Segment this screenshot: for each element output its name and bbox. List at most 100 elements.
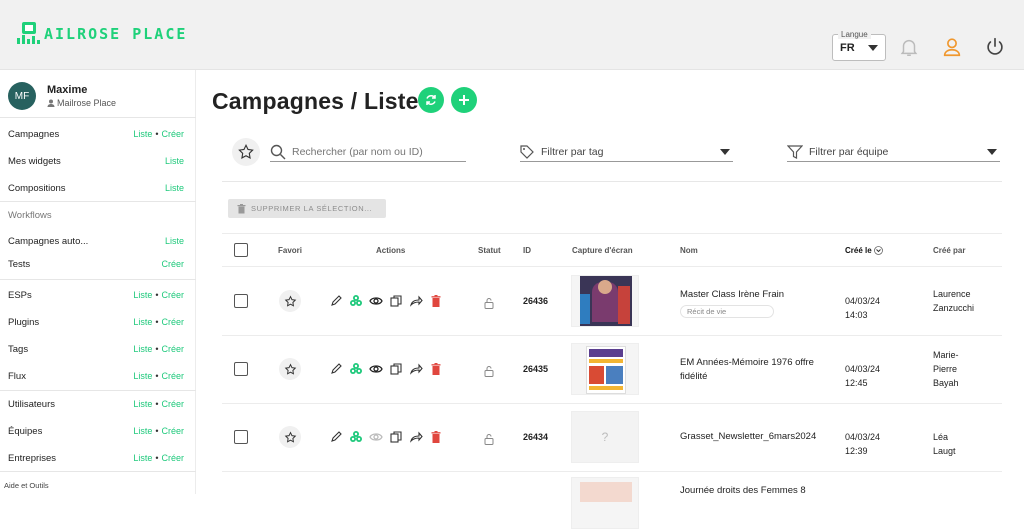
nav-link[interactable]: Liste: [165, 183, 184, 193]
select-all-checkbox[interactable]: [234, 243, 248, 257]
row-checkbox[interactable]: [234, 430, 248, 444]
sidebar-item[interactable]: Plugins Liste • Créer: [8, 314, 184, 330]
nav-link[interactable]: Créer: [161, 371, 184, 381]
nav-link[interactable]: Liste: [133, 344, 152, 354]
sidebar-item[interactable]: Tests Créer: [8, 256, 184, 272]
campaign-name[interactable]: Grasset_Newsletter_6mars2024: [680, 430, 830, 444]
share-icon[interactable]: [409, 294, 423, 308]
screenshot-thumbnail[interactable]: [571, 343, 639, 395]
screenshot-thumbnail[interactable]: ?: [571, 411, 639, 463]
sidebar-item-label: Tests: [8, 258, 31, 270]
sidebar-item[interactable]: Entreprises Liste • Créer: [8, 450, 184, 466]
user-icon[interactable]: [941, 36, 963, 58]
duplicate-icon[interactable]: [389, 362, 403, 376]
nav-link[interactable]: Liste: [133, 399, 152, 409]
sidebar-item[interactable]: Campagnes Liste • Créer: [8, 126, 184, 142]
nav-link[interactable]: Liste: [165, 236, 184, 246]
campaign-name[interactable]: Journée droits des Femmes 8: [680, 484, 830, 498]
share-icon[interactable]: [409, 430, 423, 444]
divider: [222, 181, 1002, 182]
created-by-line: Zanzucchi: [933, 303, 975, 313]
campaign-tag[interactable]: Récit de vie: [680, 305, 774, 318]
created-date: 04/03/24 12:39: [845, 432, 881, 456]
nav-link[interactable]: Liste: [133, 317, 152, 327]
nav-link[interactable]: Créer: [161, 129, 184, 139]
separator-dot: •: [155, 399, 159, 409]
nav-link[interactable]: Liste: [133, 426, 152, 436]
column-capture: Capture d'écran: [572, 246, 633, 255]
search-icon: [270, 144, 286, 160]
search-input[interactable]: [292, 144, 464, 160]
row-checkbox[interactable]: [234, 294, 248, 308]
search-field[interactable]: [270, 144, 466, 162]
favorite-button[interactable]: [279, 426, 301, 448]
favorite-button[interactable]: [279, 358, 301, 380]
preview-icon[interactable]: [369, 430, 383, 444]
logo[interactable]: AILROSE PLACE: [14, 20, 187, 48]
team-filter-select[interactable]: Filtrer par équipe: [787, 144, 1000, 162]
sidebar-item[interactable]: Campagnes auto... Liste: [8, 233, 184, 249]
nav-link[interactable]: Liste: [133, 371, 152, 381]
user-card[interactable]: MF Maxime Mailrose Place: [8, 80, 196, 120]
delete-selection-button[interactable]: SUPPRIMER LA SÉLECTION...: [228, 199, 386, 218]
preview-icon[interactable]: [369, 294, 383, 308]
edit-icon[interactable]: [329, 294, 343, 308]
created-by: Marie- Pierre Bayah: [933, 348, 959, 390]
screenshot-thumbnail[interactable]: [571, 275, 639, 327]
favorites-filter-button[interactable]: [232, 138, 260, 166]
sidebar-item[interactable]: Tags Liste • Créer: [8, 341, 184, 357]
column-cree-par: Créé par: [933, 246, 966, 255]
nav-link[interactable]: Liste: [165, 156, 184, 166]
sidebar-item-label: Compositions: [8, 182, 66, 194]
star-icon: [238, 143, 254, 159]
chevron-down-icon: [987, 149, 997, 155]
tag-filter-select[interactable]: Filtrer par tag: [520, 144, 733, 162]
sidebar-item-label: Entreprises: [8, 452, 57, 464]
delete-icon[interactable]: [429, 362, 443, 376]
row-actions: [329, 430, 443, 444]
bell-icon[interactable]: [898, 36, 920, 58]
nav-link[interactable]: Liste: [133, 129, 152, 139]
nav-link[interactable]: Créer: [161, 317, 184, 327]
editor-icon[interactable]: [349, 362, 363, 376]
duplicate-icon[interactable]: [389, 430, 403, 444]
nav-link[interactable]: Créer: [161, 344, 184, 354]
sidebar-item[interactable]: Mes widgets Liste: [8, 153, 184, 169]
screenshot-thumbnail[interactable]: [571, 477, 639, 529]
share-icon[interactable]: [409, 362, 423, 376]
sidebar-item[interactable]: Compositions Liste: [8, 180, 184, 196]
add-campaign-button[interactable]: [451, 87, 477, 113]
power-icon[interactable]: [984, 36, 1006, 58]
refresh-button[interactable]: [418, 87, 444, 113]
nav-link[interactable]: Liste: [133, 290, 152, 300]
nav-link[interactable]: Créer: [161, 426, 184, 436]
language-value: FR: [840, 41, 855, 54]
row-checkbox[interactable]: [234, 362, 248, 376]
sidebar-item[interactable]: Flux Liste • Créer: [8, 368, 184, 384]
nav-link[interactable]: Créer: [161, 259, 184, 269]
table-top-border: [222, 233, 1002, 234]
sidebar-item-label: Mes widgets: [8, 155, 61, 167]
campaign-name[interactable]: Master Class Irène Frain: [680, 288, 830, 302]
help-tools-link[interactable]: Aide et Outils: [4, 481, 49, 490]
edit-icon[interactable]: [329, 430, 343, 444]
duplicate-icon[interactable]: [389, 294, 403, 308]
editor-icon[interactable]: [349, 430, 363, 444]
sidebar-item[interactable]: ESPs Liste • Créer: [8, 287, 184, 303]
sidebar-item[interactable]: Équipes Liste • Créer: [8, 423, 184, 439]
nav-link[interactable]: Créer: [161, 290, 184, 300]
editor-icon[interactable]: [349, 294, 363, 308]
preview-icon[interactable]: [369, 362, 383, 376]
nav-link[interactable]: Liste: [133, 453, 152, 463]
filter-icon: [787, 145, 803, 159]
nav-link[interactable]: Créer: [161, 453, 184, 463]
column-cree-le[interactable]: Créé le: [845, 246, 883, 255]
user-name: Maxime: [47, 84, 88, 96]
delete-icon[interactable]: [429, 430, 443, 444]
nav-link[interactable]: Créer: [161, 399, 184, 409]
edit-icon[interactable]: [329, 362, 343, 376]
delete-icon[interactable]: [429, 294, 443, 308]
sidebar-item[interactable]: Utilisateurs Liste • Créer: [8, 396, 184, 412]
campaign-name[interactable]: EM Années-Mémoire 1976 offre fidélité: [680, 356, 830, 384]
favorite-button[interactable]: [279, 290, 301, 312]
